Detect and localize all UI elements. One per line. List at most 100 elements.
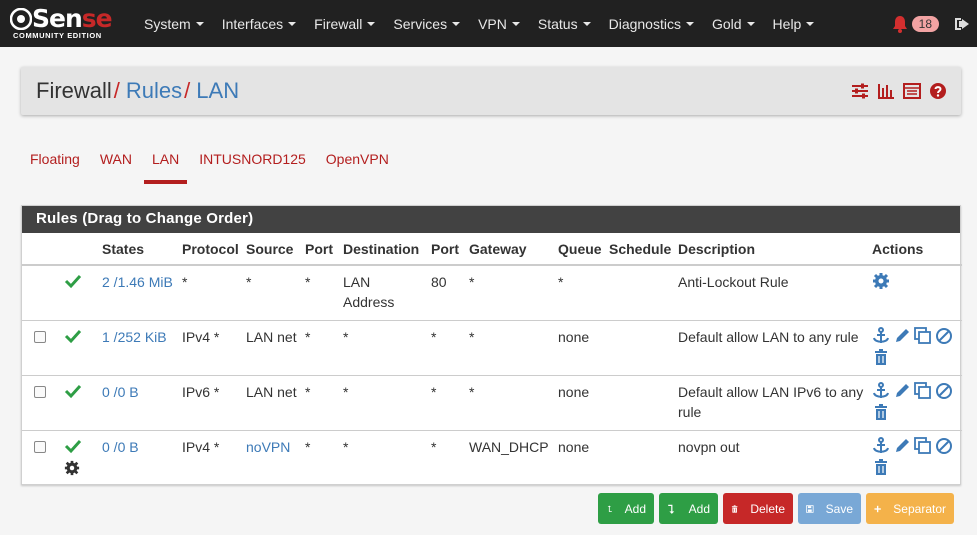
pencil-icon[interactable] <box>893 382 911 400</box>
breadcrumb-separator: / <box>184 78 191 103</box>
add-rule-top-button[interactable]: Add <box>598 493 654 524</box>
notification-count-badge[interactable]: 18 <box>911 15 939 32</box>
check-icon[interactable] <box>64 382 82 400</box>
row-status-cell <box>60 375 98 430</box>
sliders-icon[interactable] <box>851 82 869 100</box>
floppy-disk-icon <box>806 504 814 513</box>
rules-panel-title: Rules (Drag to Change Order) <box>22 206 960 233</box>
tab-openvpn[interactable]: OpenVPN <box>318 145 397 184</box>
col-header-status <box>60 233 98 266</box>
row-source[interactable]: noVPN <box>242 430 301 485</box>
table-log-icon[interactable] <box>903 82 921 100</box>
disable-icon[interactable] <box>935 437 953 455</box>
bar-chart-icon[interactable] <box>877 82 895 100</box>
row-destination: * <box>343 383 349 400</box>
trash-icon[interactable] <box>872 458 890 476</box>
disable-icon[interactable] <box>935 327 953 345</box>
row-destination-port: * <box>431 328 437 345</box>
table-row[interactable]: 1 /252 KiB IPv4 * LAN net * * * * none D… <box>22 320 962 375</box>
menu-help[interactable]: Help <box>764 0 824 47</box>
brand-edition: COMMUNITY EDITION <box>13 31 102 40</box>
copy-icon[interactable] <box>914 381 932 400</box>
rules-panel: Rules (Drag to Change Order) States Prot… <box>21 205 962 485</box>
menu-gold[interactable]: Gold <box>703 0 764 47</box>
row-select-cell <box>22 375 60 430</box>
add-separator-button[interactable]: Separator <box>866 493 954 524</box>
breadcrumb-shortcuts <box>851 82 947 100</box>
breadcrumb-rules-link[interactable]: Rules <box>126 78 182 103</box>
trash-icon[interactable] <box>872 348 890 366</box>
row-queue: * <box>558 274 564 290</box>
tab-intusnord125[interactable]: INTUSNORD125 <box>191 145 314 184</box>
row-states[interactable]: 2 /1.46 MiB <box>98 265 178 320</box>
plus-icon <box>874 505 881 512</box>
save-button[interactable]: Save <box>798 493 861 524</box>
anchor-icon[interactable] <box>872 436 890 455</box>
row-destination-port: * <box>431 438 437 455</box>
row-schedule <box>605 375 674 430</box>
caret-down-icon <box>746 21 755 26</box>
row-status-cell <box>60 265 98 320</box>
menu-diagnostics[interactable]: Diagnostics <box>600 0 703 47</box>
menu-services[interactable]: Services <box>384 0 469 47</box>
row-source: LAN net <box>246 383 297 400</box>
check-icon[interactable] <box>64 437 82 455</box>
add-rule-bottom-button[interactable]: Add <box>659 493 718 524</box>
pencil-icon[interactable] <box>893 437 911 455</box>
anchor-icon[interactable] <box>872 326 890 345</box>
brand-emblem-icon <box>9 7 33 31</box>
brand-wordmark: Sense <box>9 5 113 33</box>
row-actions <box>868 375 962 430</box>
col-header-source-port: Port <box>301 233 339 266</box>
row-select-cell <box>22 430 60 485</box>
row-checkbox[interactable] <box>34 440 46 453</box>
row-states[interactable]: 0 /0 B <box>98 375 178 430</box>
row-destination: * <box>343 328 349 345</box>
col-header-source: Source <box>242 233 301 266</box>
menu-status[interactable]: Status <box>529 0 600 47</box>
breadcrumb-lan-link[interactable]: LAN <box>196 78 239 103</box>
bell-icon[interactable] <box>890 14 910 34</box>
anchor-icon[interactable] <box>872 381 890 400</box>
advanced-gear-icon <box>64 460 80 475</box>
brand-logo[interactable]: Sense COMMUNITY EDITION <box>9 3 125 43</box>
copy-icon[interactable] <box>914 436 932 455</box>
row-description: Anti-Lockout Rule <box>678 274 789 290</box>
breadcrumb-firewall: Firewall <box>36 78 112 103</box>
check-icon[interactable] <box>64 327 82 345</box>
row-actions <box>868 430 962 485</box>
row-select-cell <box>22 320 60 375</box>
caret-down-icon <box>367 21 376 26</box>
tab-wan[interactable]: WAN <box>92 145 140 184</box>
col-header-schedule: Schedule <box>605 233 674 266</box>
row-states[interactable]: 1 /252 KiB <box>98 320 178 375</box>
menu-interfaces[interactable]: Interfaces <box>213 0 305 47</box>
top-navbar: Sense COMMUNITY EDITION System Interface… <box>0 0 977 47</box>
pencil-icon[interactable] <box>893 327 911 345</box>
menu-system[interactable]: System <box>135 0 213 47</box>
menu-vpn[interactable]: VPN <box>469 0 529 47</box>
row-source-port: * <box>305 438 311 455</box>
trash-icon[interactable] <box>872 403 890 421</box>
delete-button[interactable]: Delete <box>723 493 793 524</box>
col-header-states: States <box>98 233 178 266</box>
disable-icon[interactable] <box>935 382 953 400</box>
row-checkbox[interactable] <box>34 330 46 343</box>
table-row[interactable]: 0 /0 B IPv6 * LAN net * * * * none Defau… <box>22 375 962 430</box>
tab-floating[interactable]: Floating <box>22 145 88 184</box>
caret-down-icon <box>806 21 815 26</box>
row-gateway: * <box>469 328 475 345</box>
gear-icon[interactable] <box>872 272 890 290</box>
help-icon[interactable] <box>929 82 947 100</box>
menu-firewall[interactable]: Firewall <box>305 0 384 47</box>
copy-icon[interactable] <box>914 326 932 345</box>
row-states[interactable]: 0 /0 B <box>98 430 178 485</box>
tab-lan[interactable]: LAN <box>143 145 188 184</box>
table-row[interactable]: 2 /1.46 MiB * * * LAN Address 80 * * Ant… <box>22 265 962 320</box>
rule-action-buttons: Add Add Delete Save Separator <box>598 493 954 524</box>
row-checkbox[interactable] <box>34 385 46 398</box>
table-row[interactable]: 0 /0 B IPv4 * noVPN * * * WAN_DHCP none … <box>22 430 962 485</box>
logout-icon[interactable] <box>953 15 971 33</box>
breadcrumb-separator: / <box>113 78 120 103</box>
table-header-row: States Protocol Source Port Destination … <box>22 233 962 266</box>
